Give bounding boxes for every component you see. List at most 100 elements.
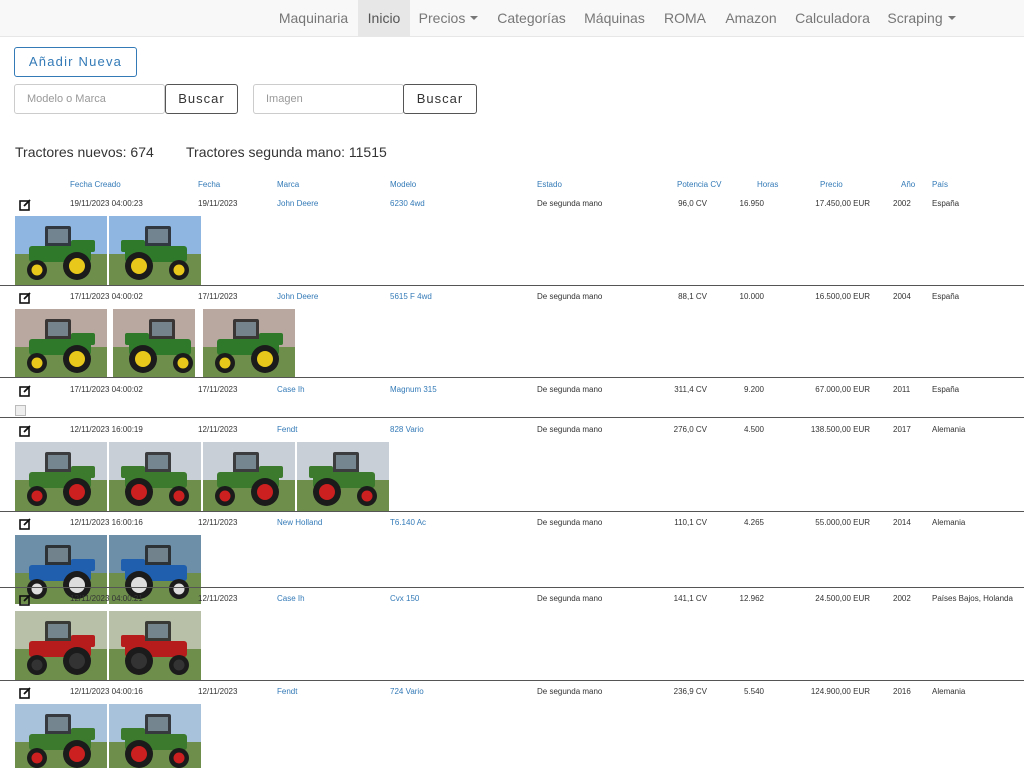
row-divider [0,587,1024,588]
cell-estado: De segunda mano [537,292,603,301]
cell-pais: Alemania [932,425,966,434]
cell-precio: 24.500,00 EUR [815,594,870,603]
edit-icon[interactable] [19,384,31,397]
cell-horas: 4.500 [743,425,764,434]
nav-roma[interactable]: ROMA [654,0,716,37]
cell-fecha-creado: 19/11/2023 04:00:23 [70,199,143,208]
nav-inicio[interactable]: Inicio [358,0,410,37]
tractor-thumbnail[interactable] [109,442,201,511]
header-ano[interactable]: Año [901,180,915,189]
cell-fecha: 12/11/2023 [198,518,238,527]
cell-modelo[interactable]: Cvx 150 [390,594,419,603]
nav-amazon[interactable]: Amazon [716,0,786,37]
tractor-thumbnail[interactable] [297,442,389,511]
cell-potencia: 141,1 CV [673,594,707,603]
cell-pais: Países Bajos, Holanda [932,594,1013,603]
tractor-thumbnail[interactable] [203,442,295,511]
search-button[interactable]: Buscar [165,84,238,114]
tractor-thumbnail[interactable] [15,216,107,285]
add-new-button[interactable]: Añadir Nueva [14,47,137,77]
cell-modelo[interactable]: 828 Vario [390,425,424,434]
nav-maquinas[interactable]: Máquinas [575,0,654,37]
nav-precios-dropdown[interactable]: Precios [410,0,487,37]
edit-icon[interactable] [19,686,31,699]
cell-precio: 55.000,00 EUR [815,518,870,527]
tractor-thumbnail[interactable] [203,309,295,378]
tractor-thumbnail[interactable] [15,309,107,378]
cell-marca[interactable]: Case Ih [277,385,305,394]
cell-pais: España [932,292,960,301]
cell-marca[interactable]: Case Ih [277,594,305,603]
header-precio[interactable]: Precio [820,180,843,189]
nav-precios-label: Precios [418,10,466,26]
cell-horas: 9.200 [743,385,764,394]
edit-icon[interactable] [19,291,31,304]
cell-modelo[interactable]: Magnum 315 [390,385,437,394]
search-input[interactable]: Modelo o Marca [14,84,165,114]
nav-scraping-label: Scraping [887,10,943,26]
edit-icon[interactable] [19,198,31,211]
row-divider [0,680,1024,681]
cell-marca[interactable]: Fendt [277,687,297,696]
cell-precio: 124.900,00 EUR [810,687,870,696]
chevron-down-icon [470,16,479,21]
cell-modelo[interactable]: 724 Vario [390,687,424,696]
cell-pais: España [932,385,960,394]
used-tractors-count: Tractores segunda mano: 11515 [186,144,387,160]
image-search-input[interactable]: Imagen [253,84,404,114]
tractor-thumbnail[interactable] [109,216,201,285]
tractor-thumbnail[interactable] [15,611,107,680]
nav-calculadora[interactable]: Calculadora [786,0,879,37]
cell-modelo[interactable]: 6230 4wd [390,199,425,208]
broken-image-icon [15,405,26,416]
cell-estado: De segunda mano [537,199,603,208]
cell-precio: 17.450,00 EUR [815,199,870,208]
cell-modelo[interactable]: 5615 F 4wd [390,292,432,301]
tractor-thumbnail[interactable] [113,309,195,378]
cell-marca[interactable]: John Deere [277,199,318,208]
header-estado[interactable]: Estado [537,180,562,189]
row-divider [0,377,1024,378]
header-pais[interactable]: País [932,180,948,189]
cell-fecha: 12/11/2023 [198,425,238,434]
cell-estado: De segunda mano [537,594,603,603]
header-horas[interactable]: Horas [757,180,778,189]
tractor-thumbnail[interactable] [109,704,201,768]
cell-fecha: 17/11/2023 [198,385,238,394]
tractor-thumbnail[interactable] [15,442,107,511]
cell-precio: 138.500,00 EUR [810,425,870,434]
cell-fecha-creado: 17/11/2023 04:00:02 [70,385,143,394]
cell-ano: 2002 [893,594,911,603]
edit-icon[interactable] [19,517,31,530]
cell-fecha-creado: 17/11/2023 04:00:02 [70,292,143,301]
cell-pais: España [932,199,960,208]
cell-potencia: 96,0 CV [678,199,707,208]
header-modelo[interactable]: Modelo [390,180,416,189]
header-potencia[interactable]: Potencia CV [677,180,721,189]
cell-fecha: 12/11/2023 [198,594,238,603]
nav-scraping-dropdown[interactable]: Scraping [879,0,964,37]
cell-estado: De segunda mano [537,518,603,527]
cell-horas: 12.962 [739,594,764,603]
new-tractors-count: Tractores nuevos: 674 [15,144,154,160]
cell-horas: 10.000 [739,292,764,301]
cell-fecha-creado: 12/11/2023 16:00:16 [70,518,143,527]
cell-marca[interactable]: Fendt [277,425,297,434]
tractor-thumbnail[interactable] [109,611,201,680]
cell-marca[interactable]: John Deere [277,292,318,301]
cell-fecha-creado: 12/11/2023 16:00:19 [70,425,143,434]
cell-marca[interactable]: New Holland [277,518,322,527]
header-fecha-creado[interactable]: Fecha Creado [70,180,121,189]
cell-ano: 2016 [893,687,911,696]
header-marca[interactable]: Marca [277,180,299,189]
cell-modelo[interactable]: T6.140 Ac [390,518,426,527]
edit-icon[interactable] [19,424,31,437]
row-divider [0,417,1024,418]
nav-categorias[interactable]: Categorías [488,0,575,37]
nav-maquinaria[interactable]: Maquinaria [270,0,357,37]
top-navbar: Maquinaria Inicio Precios Categorías Máq… [0,0,1024,37]
image-search-button[interactable]: Buscar [403,84,477,114]
header-fecha[interactable]: Fecha [198,180,220,189]
tractor-thumbnail[interactable] [15,704,107,768]
edit-icon[interactable] [19,593,31,606]
